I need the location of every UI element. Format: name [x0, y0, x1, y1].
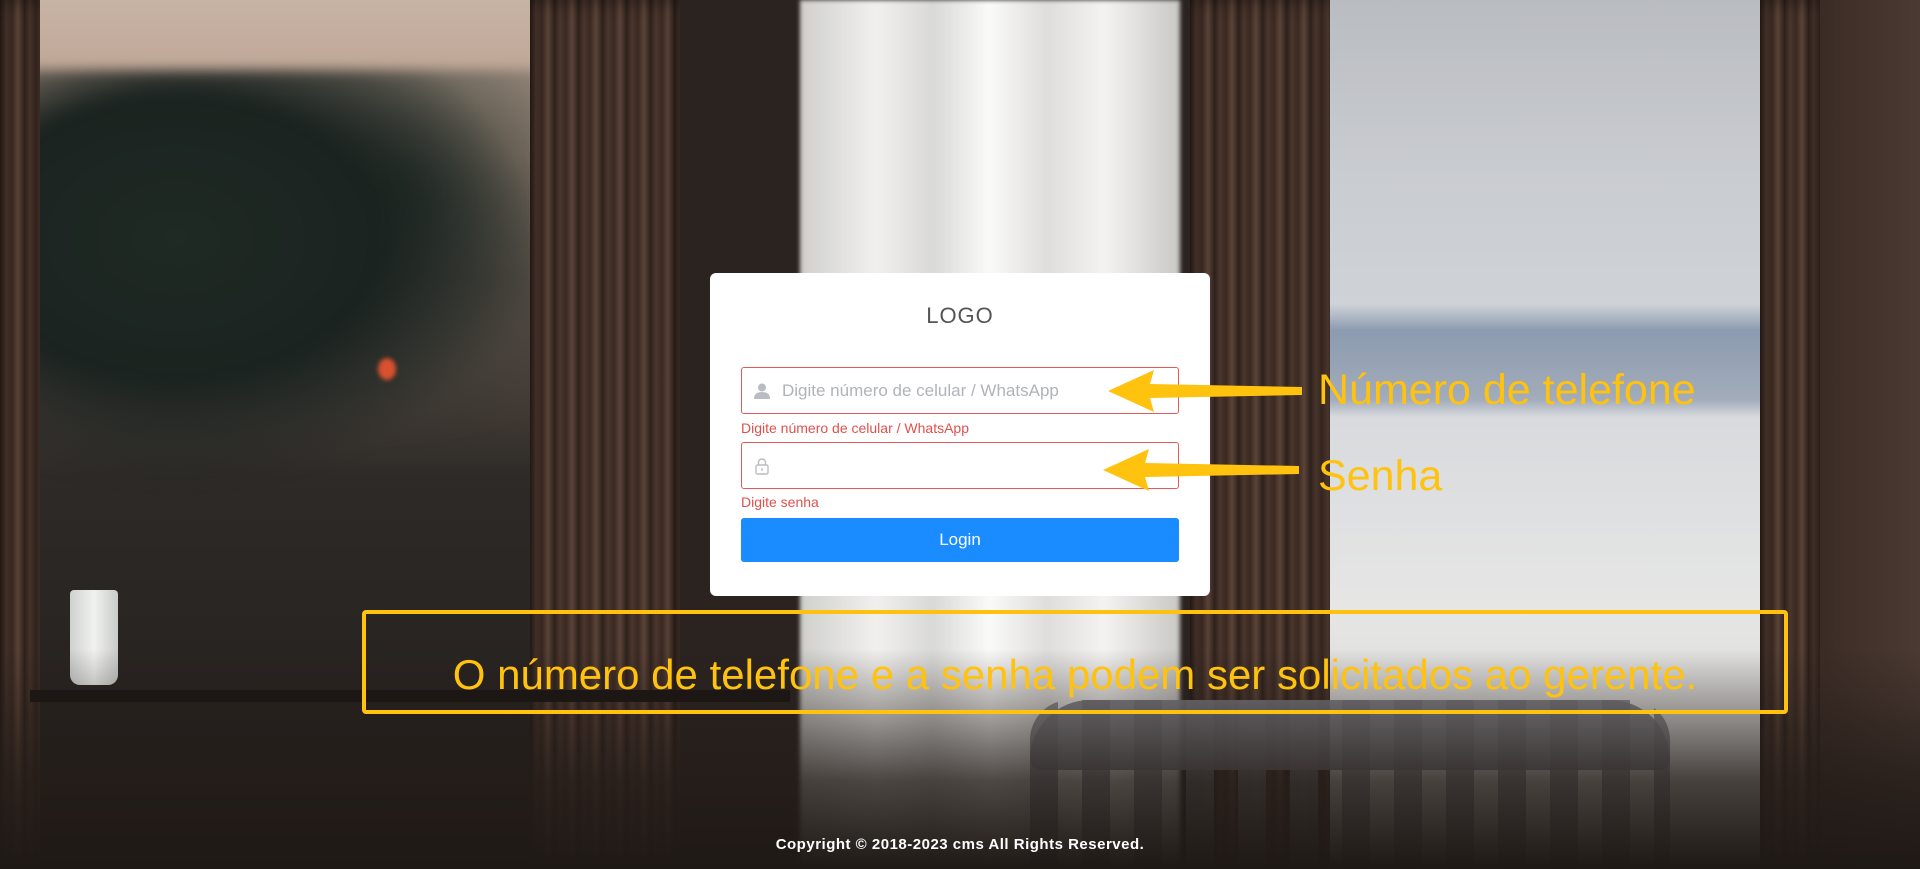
user-icon — [742, 368, 782, 413]
logo: LOGO — [926, 303, 994, 328]
arrow-left-icon — [1103, 449, 1299, 491]
lock-icon — [742, 443, 782, 488]
copyright-footer: Copyright © 2018-2023 cms All Rights Res… — [775, 836, 1145, 853]
arrow-left-icon — [1108, 370, 1302, 412]
annotation-note-text: O número de telefone e a senha podem ser… — [452, 651, 1698, 698]
phone-error: Digite número de celular / WhatsApp — [741, 420, 969, 436]
password-error: Digite senha — [741, 494, 819, 510]
login-card: LOGO Digite número de celular / WhatsApp… — [710, 273, 1210, 596]
login-button[interactable]: Login — [741, 518, 1179, 562]
annotation-password-label: Senha — [1318, 452, 1443, 500]
annotation-note-box: O número de telefone e a senha podem ser… — [362, 610, 1788, 714]
annotation-phone-label: Número de telefone — [1318, 366, 1696, 414]
